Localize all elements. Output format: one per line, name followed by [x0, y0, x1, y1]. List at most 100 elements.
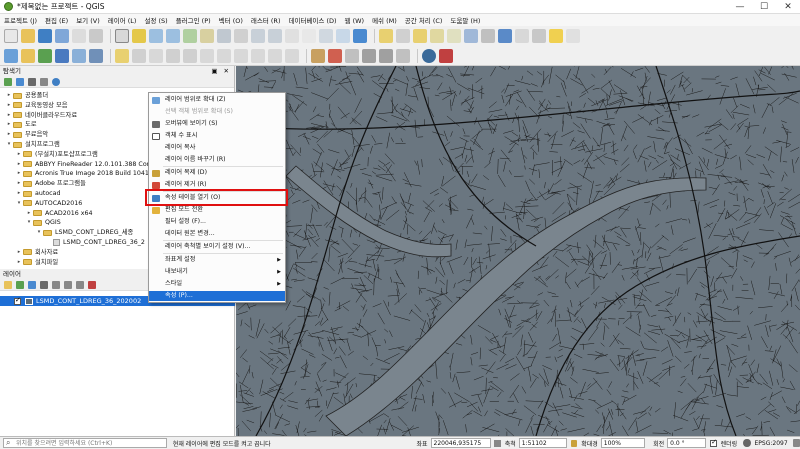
actions-icon[interactable]	[396, 29, 410, 43]
save-edits-icon[interactable]	[149, 48, 163, 63]
browser-tree-item[interactable]: ▸ 무료음악	[0, 130, 48, 139]
menu-item[interactable]: 메쉬 (M)	[372, 15, 397, 25]
add-spatialite-icon[interactable]	[89, 48, 103, 63]
measure-icon[interactable]	[532, 29, 546, 43]
browser-tree-item[interactable]: ▸ 회사자료	[0, 248, 58, 257]
context-menu-item[interactable]: 레이어 복제 (D)	[149, 168, 285, 178]
context-menu-item[interactable]: 내보내기 ▶	[149, 267, 285, 277]
manage-map-themes-icon[interactable]	[28, 280, 36, 289]
zoom-next-icon[interactable]	[268, 29, 282, 43]
browser-tree-item[interactable]: ▸ 공용폴더	[0, 91, 48, 100]
new-print-layout-icon[interactable]	[72, 29, 86, 43]
info-icon[interactable]	[52, 77, 60, 86]
expand-arrow-icon[interactable]: ▸	[16, 179, 22, 188]
menu-item[interactable]: 프로젝트 (J)	[4, 15, 37, 25]
expand-arrow-icon[interactable]: ▸	[26, 209, 32, 218]
add-vector-layer-icon[interactable]	[38, 48, 52, 63]
add-delimited-text-icon[interactable]	[72, 48, 86, 63]
maximize-button[interactable]: ☐	[752, 0, 776, 14]
expand-arrow-icon[interactable]: ▸	[6, 120, 12, 129]
label-pin-icon[interactable]	[328, 48, 342, 63]
map-tips-icon[interactable]	[549, 29, 563, 43]
expand-arrow-icon[interactable]: ▸	[6, 91, 12, 100]
label-move-icon[interactable]	[362, 48, 376, 63]
filter-expression-icon[interactable]	[52, 280, 60, 289]
expand-arrow-icon[interactable]: ▸	[16, 150, 22, 159]
expand-arrow-icon[interactable]: ▸	[16, 169, 22, 178]
refresh-icon[interactable]	[16, 77, 24, 86]
open-layer-styling-icon[interactable]	[4, 280, 12, 289]
menu-item[interactable]: 도움말 (H)	[450, 15, 480, 25]
menu-item[interactable]: 설정 (S)	[144, 15, 167, 25]
toggle-extents-icon[interactable]	[494, 439, 501, 447]
menu-item[interactable]: 공간 처리 (C)	[405, 15, 443, 25]
label-rotate-icon[interactable]	[379, 48, 393, 63]
browser-tree-item[interactable]: ▸ 설치파일	[0, 258, 58, 266]
context-menu-item[interactable]: 객체 수 표시	[149, 131, 285, 141]
expand-arrow-icon[interactable]: ▾	[26, 218, 32, 227]
toggle-editing-icon[interactable]	[132, 48, 146, 63]
open-project-icon[interactable]	[21, 29, 35, 43]
zoom-out-icon[interactable]	[166, 29, 180, 43]
menu-item[interactable]: 보기 (V)	[76, 15, 100, 25]
redo-icon[interactable]	[285, 48, 299, 63]
paste-features-icon[interactable]	[251, 48, 265, 63]
statistical-summary-icon[interactable]	[515, 29, 529, 43]
expand-arrow-icon[interactable]: ▸	[6, 111, 12, 120]
browser-tree-item[interactable]: ▸ 교육동영상 모음	[0, 101, 68, 110]
expand-all-icon[interactable]	[64, 280, 72, 289]
zoom-native-icon[interactable]	[234, 29, 248, 43]
context-menu-item[interactable]: 스타일 ▶	[149, 279, 285, 289]
copy-features-icon[interactable]	[234, 48, 248, 63]
identify-icon[interactable]	[379, 29, 393, 43]
pan-map-icon[interactable]	[115, 29, 129, 43]
menu-item[interactable]: 편집 (E)	[45, 15, 68, 25]
context-menu-item[interactable]: 데이터 원본 변경...	[149, 229, 285, 239]
menu-item[interactable]: 래스터 (R)	[251, 15, 281, 25]
browser-tree-item[interactable]: ▸ 네이버클라우드자료	[0, 111, 77, 120]
expand-arrow-icon[interactable]: ▸	[16, 258, 22, 266]
context-menu-item[interactable]: 오버뷰에 보이기 (S)	[149, 119, 285, 129]
menu-item[interactable]: 데이터베이스 (D)	[289, 15, 337, 25]
bookmark-icon[interactable]	[319, 29, 333, 43]
delete-selected-icon[interactable]	[200, 48, 214, 63]
zoom-layer-icon[interactable]	[217, 29, 231, 43]
context-menu-item[interactable]: 레이어 이름 바꾸기 (R)	[149, 155, 285, 165]
remove-layer-icon[interactable]	[88, 280, 96, 289]
menu-item[interactable]: 벡터 (O)	[219, 15, 243, 25]
new-3d-view-icon[interactable]	[302, 29, 316, 43]
collapse-all-layers-icon[interactable]	[76, 280, 84, 289]
browser-tree-item[interactable]: ▸ (무설치)포토샵프로그램	[0, 150, 98, 159]
add-group-icon[interactable]	[16, 280, 24, 289]
expand-arrow-icon[interactable]: ▾	[36, 228, 42, 237]
layer-visibility-checkbox[interactable]	[14, 296, 21, 305]
context-menu-item[interactable]: 필터 설정 (F)...	[149, 217, 285, 227]
expand-arrow-icon[interactable]: ▸	[16, 160, 22, 169]
new-map-view-icon[interactable]	[285, 29, 299, 43]
expand-arrow-icon[interactable]: ▸	[16, 189, 22, 198]
undo-icon[interactable]	[268, 48, 282, 63]
browser-tree-item[interactable]: ▾ 설치프로그램	[0, 140, 60, 149]
rotation-field[interactable]: 0.0 °	[667, 438, 707, 448]
crs-label[interactable]: EPSG:2097	[755, 440, 788, 447]
expand-arrow-icon[interactable]: ▾	[6, 140, 12, 149]
context-menu-item[interactable]: 편집 모드 전환	[149, 205, 285, 215]
zoom-selection-icon[interactable]	[200, 29, 214, 43]
cut-features-icon[interactable]	[217, 48, 231, 63]
label-show-hide-icon[interactable]	[345, 48, 359, 63]
menu-item[interactable]: 웹 (W)	[345, 15, 365, 25]
filter-legend-icon[interactable]	[40, 280, 48, 289]
text-annotation-icon[interactable]	[566, 29, 580, 43]
browser-tree-item[interactable]: ▸ autocad	[0, 189, 61, 198]
pan-to-selection-icon[interactable]	[132, 29, 146, 43]
plugin-icon[interactable]	[439, 48, 453, 63]
python-console-icon[interactable]	[422, 48, 436, 63]
context-menu-item[interactable]: 좌표계 설정 ▶	[149, 255, 285, 265]
browser-tree-item[interactable]: ▸ ABBYY FineReader 12.0.101.388 Corpo	[0, 160, 157, 169]
add-raster-layer-icon[interactable]	[55, 48, 69, 63]
context-menu-item[interactable]: 레이어 축척별 보이기 설정 (V)...	[149, 242, 285, 252]
menu-item[interactable]: 플러그인 (P)	[176, 15, 211, 25]
messages-icon[interactable]	[792, 439, 800, 447]
show-bookmarks-icon[interactable]	[336, 29, 350, 43]
refresh-icon[interactable]	[353, 29, 367, 43]
